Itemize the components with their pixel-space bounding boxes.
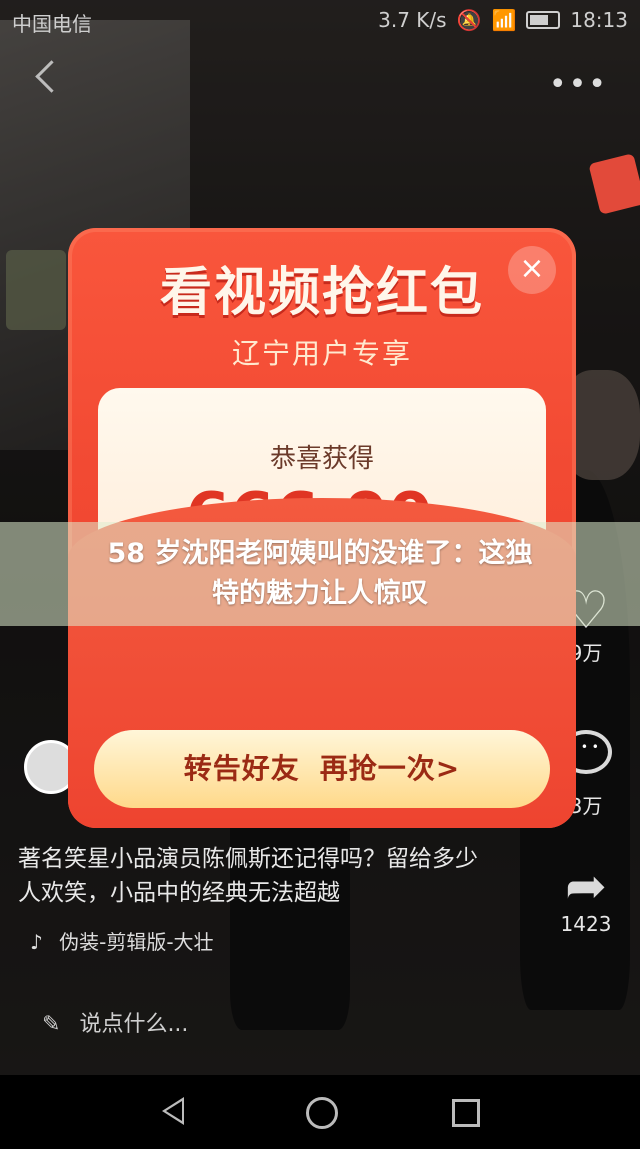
headline-line-2: 特的魅力让人惊叹 xyxy=(212,578,428,609)
back-icon[interactable] xyxy=(35,60,68,93)
headline-banner: 58 岁沈阳老阿姨叫的没谁了：这独 特的魅力让人惊叹 xyxy=(0,522,640,626)
carrier-label: 中国电信 xyxy=(12,12,92,36)
headline-line-1: 58 岁沈阳老阿姨叫的没谁了：这独 xyxy=(107,538,533,569)
nav-home-icon[interactable] xyxy=(306,1097,338,1129)
avatar[interactable] xyxy=(24,740,78,820)
wifi-icon: 📶 xyxy=(491,8,517,32)
share-again-button[interactable]: 转告好友 再抢一次> xyxy=(94,730,550,808)
close-icon[interactable]: × xyxy=(508,246,556,294)
battery-icon xyxy=(526,11,561,29)
mute-icon: 🔕 xyxy=(456,8,482,32)
congrats-label: 恭喜获得 xyxy=(269,444,374,474)
modal-title: 看视频抢红包 xyxy=(159,263,484,323)
music-title: 伪装-剪辑版-大壮 xyxy=(59,930,214,954)
comment-placeholder: 说点什么... xyxy=(79,1012,189,1037)
status-right: 3.7 K/s 🔕 📶 18:13 xyxy=(378,8,628,32)
clock: 18:13 xyxy=(570,8,628,32)
nav-recents-icon[interactable] xyxy=(452,1099,480,1127)
music-info[interactable]: ♪ 伪装-剪辑版-大壮 xyxy=(30,926,214,955)
video-caption: 著名笑星小品演员陈佩斯还记得吗？留给多少人欢笑，小品中的经典无法超越 xyxy=(18,846,478,906)
share-count: 1423 xyxy=(560,912,612,936)
music-note-icon: ♪ xyxy=(30,930,43,954)
modal-subtitle: 辽宁用户专享 xyxy=(231,337,412,370)
comment-input[interactable]: ✎ 说点什么... xyxy=(42,1006,188,1038)
cta-share-label: 转告好友 xyxy=(183,752,300,785)
more-icon[interactable]: ••• xyxy=(549,67,608,102)
share-control[interactable]: ➦ 1423 xyxy=(556,860,616,936)
nav-back-icon[interactable] xyxy=(162,1097,184,1125)
status-bar: 中国电信 3.7 K/s 🔕 📶 18:13 xyxy=(0,0,640,40)
net-speed: 3.7 K/s xyxy=(378,8,447,32)
top-bar: ••• xyxy=(0,55,640,115)
pen-icon: ✎ xyxy=(42,1012,61,1037)
cta-again-label: 再抢一次> xyxy=(319,752,461,785)
system-nav-bar xyxy=(0,1075,640,1149)
share-icon: ➦ xyxy=(565,857,607,915)
